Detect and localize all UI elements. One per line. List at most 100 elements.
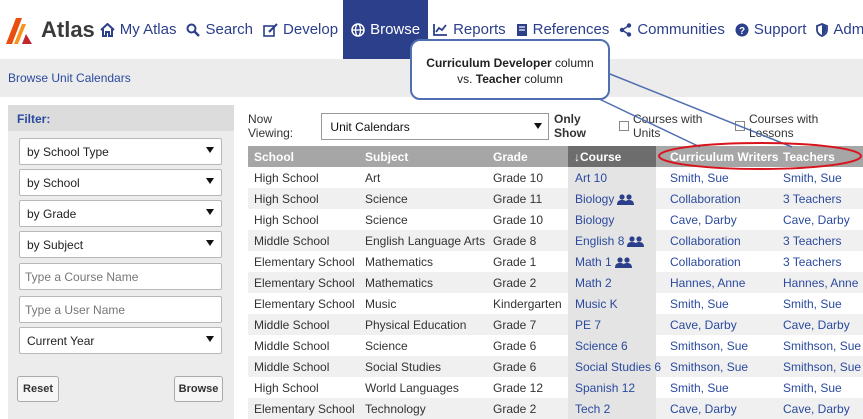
course-link[interactable]: English 8 xyxy=(575,234,645,250)
chart-icon xyxy=(433,23,448,36)
cell-grade: Grade 12 xyxy=(493,381,544,395)
course-name: Biology xyxy=(575,213,615,227)
view-select[interactable]: Unit Calendars xyxy=(321,112,549,140)
course-cell: Tech 2 xyxy=(568,398,656,419)
view-select-value: Unit Calendars xyxy=(330,119,410,134)
callout-bold-1: Curriculum Developer xyxy=(426,56,552,70)
cell-grade: Grade 2 xyxy=(493,276,537,290)
cell-subject: English Language Arts xyxy=(365,234,486,248)
course-name-input[interactable]: Type a Course Name xyxy=(19,263,222,290)
cell-curriculum-writers[interactable]: Smith, Sue xyxy=(670,297,729,311)
course-link[interactable]: Music K xyxy=(575,297,618,311)
reset-button[interactable]: Reset xyxy=(17,376,59,402)
cell-teachers[interactable]: Smith, Sue xyxy=(783,171,842,185)
nav-my-atlas[interactable]: My Atlas xyxy=(95,0,182,59)
courses-with-units-label[interactable]: Courses with Units xyxy=(633,112,730,140)
filter-title: Filter: xyxy=(8,105,234,131)
only-show-label: Only Show xyxy=(554,112,586,140)
course-link[interactable]: Science 6 xyxy=(575,339,628,353)
collaboration-icon xyxy=(627,236,645,250)
course-link[interactable]: Math 2 xyxy=(575,276,612,290)
share-icon xyxy=(619,22,632,37)
search-icon xyxy=(186,23,201,37)
cell-curriculum-writers[interactable]: Collaboration xyxy=(670,192,741,206)
atlas-logo[interactable]: Atlas xyxy=(0,0,95,59)
header-teachers[interactable]: Teachers xyxy=(783,150,835,164)
course-link[interactable]: Biology xyxy=(575,192,635,208)
courses-with-lessons-label[interactable]: Courses with Lessons xyxy=(749,112,863,140)
course-link[interactable]: Biology xyxy=(575,213,614,227)
cell-curriculum-writers[interactable]: Smithson, Sue xyxy=(670,339,748,353)
cell-curriculum-writers[interactable]: Smith, Sue xyxy=(670,171,729,185)
cell-teachers[interactable]: Hannes, Anne xyxy=(783,276,858,290)
year-select[interactable]: Current Year xyxy=(19,327,222,354)
cell-subject: Mathematics xyxy=(365,276,434,290)
cell-subject: Technology xyxy=(365,402,426,416)
course-name: PE 7 xyxy=(575,318,602,332)
nav-support[interactable]: ? Support xyxy=(730,0,812,59)
subject-select[interactable]: by Subject xyxy=(19,231,222,258)
chevron-down-icon xyxy=(206,178,214,184)
cell-curriculum-writers[interactable]: Smithson, Sue xyxy=(670,360,748,374)
table-header: School Subject Grade ↓Course Curriculum … xyxy=(248,146,863,167)
course-name-placeholder: Type a Course Name xyxy=(25,270,139,284)
cell-school: Elementary School xyxy=(254,297,355,311)
courses-with-units-checkbox[interactable] xyxy=(619,121,630,131)
breadcrumb[interactable]: Browse Unit Calendars xyxy=(8,71,131,85)
callout-line-1: Curriculum Developer column xyxy=(412,55,608,71)
cell-teachers[interactable]: Cave, Darby xyxy=(783,318,850,332)
callout-bold-2: Teacher xyxy=(475,72,521,86)
course-link[interactable]: Spanish 12 xyxy=(575,381,635,395)
cell-teachers[interactable]: Cave, Darby xyxy=(783,213,850,227)
cell-teachers[interactable]: 3 Teachers xyxy=(783,255,841,269)
header-grade[interactable]: Grade xyxy=(493,150,528,164)
course-link[interactable]: PE 7 xyxy=(575,318,601,332)
collaboration-icon xyxy=(617,194,635,208)
cell-teachers[interactable]: 3 Teachers xyxy=(783,234,841,248)
school-type-select[interactable]: by School Type xyxy=(19,138,222,165)
cell-school: Elementary School xyxy=(254,276,355,290)
cell-teachers[interactable]: Smithson, Sue xyxy=(783,339,861,353)
browse-button[interactable]: Browse xyxy=(174,376,223,402)
shield-icon xyxy=(816,22,829,37)
user-name-input[interactable]: Type a User Name xyxy=(19,296,222,323)
course-cell: Biology xyxy=(568,188,656,209)
header-school[interactable]: School xyxy=(254,150,294,164)
cell-subject: Art xyxy=(365,171,381,185)
cell-curriculum-writers[interactable]: Collaboration xyxy=(670,255,741,269)
cell-curriculum-writers[interactable]: Cave, Darby xyxy=(670,318,737,332)
nav-admin[interactable]: Admin xyxy=(811,0,863,59)
nav-search[interactable]: Search xyxy=(181,0,258,59)
nav-label: Reports xyxy=(453,21,506,38)
nav-communities[interactable]: Communities xyxy=(614,0,730,59)
course-link[interactable]: Tech 2 xyxy=(575,402,610,416)
cell-curriculum-writers[interactable]: Collaboration xyxy=(670,234,741,248)
svg-text:?: ? xyxy=(739,26,745,37)
cell-teachers[interactable]: Smith, Sue xyxy=(783,297,842,311)
cell-curriculum-writers[interactable]: Cave, Darby xyxy=(670,402,737,416)
cell-teachers[interactable]: Cave, Darby xyxy=(783,402,850,416)
cell-curriculum-writers[interactable]: Hannes, Anne xyxy=(670,276,745,290)
collaboration-icon xyxy=(614,257,632,271)
cell-teachers[interactable]: Smith, Sue xyxy=(783,381,842,395)
course-link[interactable]: Art 10 xyxy=(575,171,607,185)
course-link[interactable]: Social Studies 6 xyxy=(575,360,661,374)
school-select[interactable]: by School xyxy=(19,169,222,196)
callout-text-3: column xyxy=(520,72,563,86)
cell-school: Elementary School xyxy=(254,255,355,269)
nav-develop[interactable]: Develop xyxy=(258,0,343,59)
cell-curriculum-writers[interactable]: Cave, Darby xyxy=(670,213,737,227)
cell-teachers[interactable]: Smithson, Sue xyxy=(783,360,861,374)
header-course[interactable]: ↓Course xyxy=(568,146,656,167)
header-curriculum-writers[interactable]: Curriculum Writers xyxy=(670,150,778,164)
course-link[interactable]: Math 1 xyxy=(575,255,632,271)
header-subject[interactable]: Subject xyxy=(365,150,408,164)
courses-with-lessons-checkbox[interactable] xyxy=(735,121,745,131)
now-viewing-label: Now Viewing: xyxy=(248,112,294,140)
course-cell: Social Studies 6 xyxy=(568,356,661,377)
cell-curriculum-writers[interactable]: Smith, Sue xyxy=(670,381,729,395)
grade-select[interactable]: by Grade xyxy=(19,200,222,227)
course-cell: Biology xyxy=(568,209,656,230)
callout-text-2: vs. xyxy=(457,72,476,86)
cell-teachers[interactable]: 3 Teachers xyxy=(783,192,841,206)
